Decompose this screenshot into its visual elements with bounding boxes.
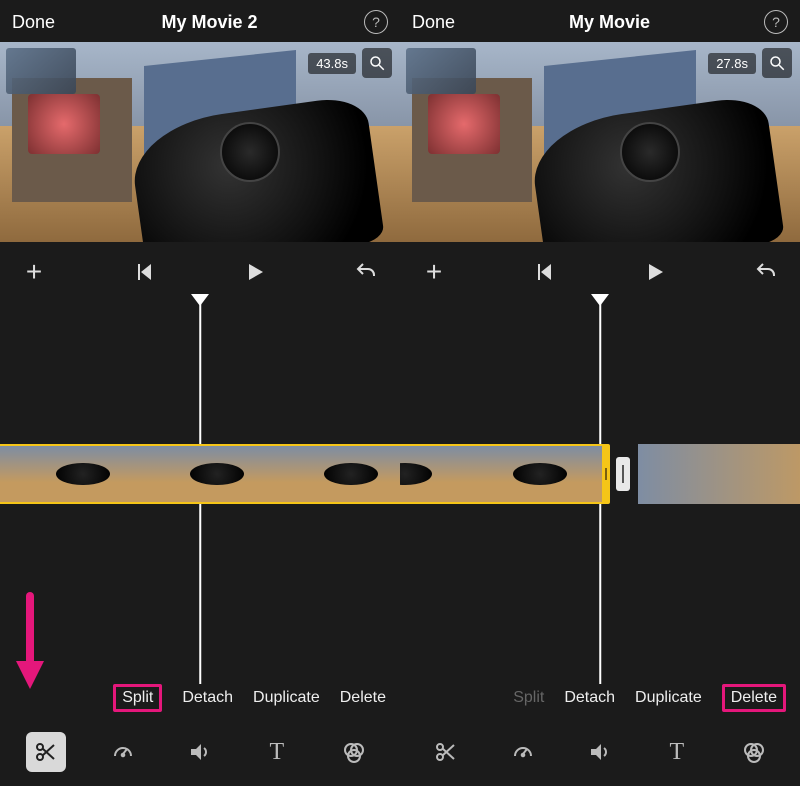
app-root: Done My Movie 2 ? 43.8s + (0, 0, 800, 786)
panel-left: Done My Movie 2 ? 43.8s + (0, 0, 400, 786)
panel-right: Done My Movie ? 27.8s + (400, 0, 800, 786)
delete-button[interactable]: Delete (722, 684, 786, 712)
skip-back-icon[interactable] (131, 258, 159, 286)
undo-icon[interactable] (352, 258, 380, 286)
preview-hud: 27.8s (708, 48, 792, 78)
detach-button[interactable]: Detach (182, 689, 233, 707)
split-button[interactable]: Split (113, 684, 162, 712)
play-icon[interactable] (241, 258, 269, 286)
project-title: My Movie (569, 12, 650, 33)
video-preview[interactable]: 43.8s (0, 42, 400, 242)
add-media-button[interactable]: + (20, 258, 48, 286)
clip-actions: Split Detach Duplicate Delete (400, 684, 800, 722)
duplicate-button[interactable]: Duplicate (253, 689, 320, 707)
minimap (406, 48, 476, 94)
play-icon[interactable] (641, 258, 669, 286)
scissors-icon[interactable] (26, 732, 66, 772)
video-preview[interactable]: 27.8s (400, 42, 800, 242)
text-icon[interactable]: T (657, 732, 697, 772)
detach-button[interactable]: Detach (564, 689, 615, 707)
filters-icon[interactable] (334, 732, 374, 772)
clip-trim-handle[interactable] (602, 446, 610, 502)
duplicate-button[interactable]: Duplicate (635, 689, 702, 707)
video-clip[interactable] (0, 444, 400, 504)
time-badge: 43.8s (308, 53, 356, 74)
minimap (6, 48, 76, 94)
annotation-arrow (12, 591, 48, 696)
transport-bar: + (0, 242, 400, 294)
transport-bar: + (400, 242, 800, 294)
speedometer-icon[interactable] (503, 732, 543, 772)
video-clip-selected[interactable] (400, 444, 610, 504)
volume-icon[interactable] (180, 732, 220, 772)
add-media-button[interactable]: + (420, 258, 448, 286)
skip-back-icon[interactable] (531, 258, 559, 286)
text-icon[interactable]: T (257, 732, 297, 772)
clip-track (400, 444, 800, 504)
video-clip-next[interactable] (638, 444, 800, 504)
header: Done My Movie ? (400, 0, 800, 42)
undo-icon[interactable] (752, 258, 780, 286)
magnify-icon[interactable] (762, 48, 792, 78)
split-button: Split (513, 689, 544, 707)
toolbar: T (400, 722, 800, 786)
speedometer-icon[interactable] (103, 732, 143, 772)
done-button[interactable]: Done (412, 12, 455, 33)
help-icon[interactable]: ? (364, 10, 388, 34)
volume-icon[interactable] (580, 732, 620, 772)
clip-track (0, 444, 400, 504)
done-button[interactable]: Done (12, 12, 55, 33)
project-title: My Movie 2 (162, 12, 258, 33)
preview-hud: 43.8s (308, 48, 392, 78)
scissors-icon[interactable] (426, 732, 466, 772)
delete-button[interactable]: Delete (340, 689, 386, 707)
toolbar: T (0, 722, 400, 786)
filters-icon[interactable] (734, 732, 774, 772)
header: Done My Movie 2 ? (0, 0, 400, 42)
magnify-icon[interactable] (362, 48, 392, 78)
help-icon[interactable]: ? (764, 10, 788, 34)
timeline[interactable] (0, 294, 400, 684)
clip-actions: Split Detach Duplicate Delete (0, 684, 400, 722)
time-badge: 27.8s (708, 53, 756, 74)
transition-marker[interactable] (616, 457, 630, 491)
timeline[interactable] (400, 294, 800, 684)
